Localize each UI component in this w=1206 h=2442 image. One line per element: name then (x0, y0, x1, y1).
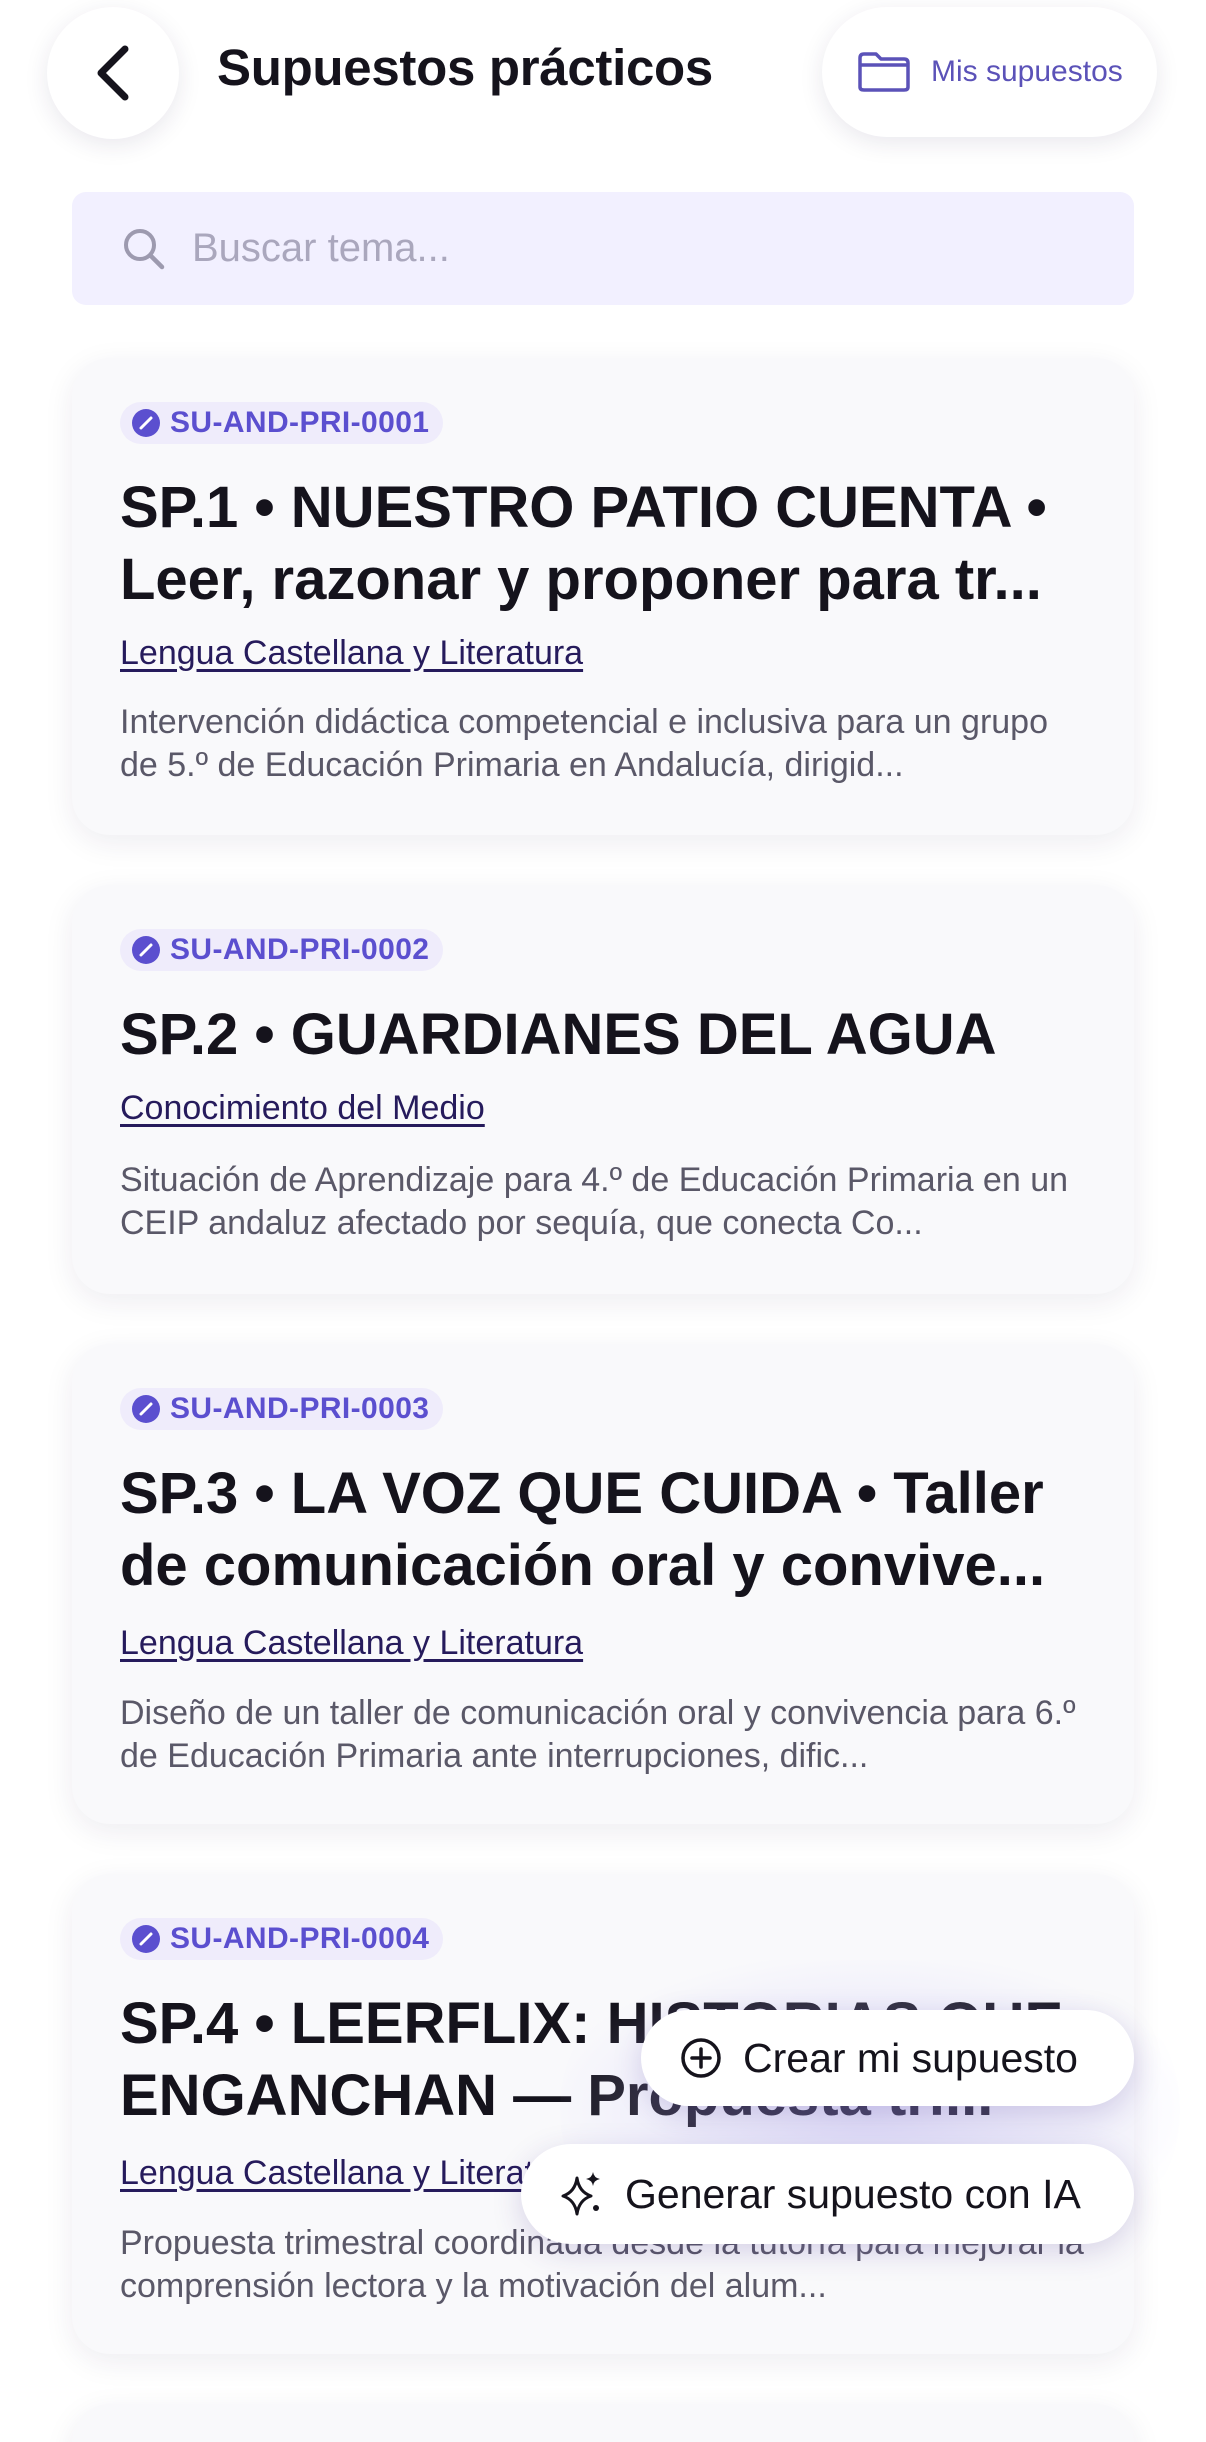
pencil-icon (132, 936, 160, 964)
supuesto-card-5[interactable] (72, 2404, 1134, 2442)
card-title: SP.1 • NUESTRO PATIO CUENTA • Leer, razo… (120, 475, 1047, 612)
card-description: Diseño de un taller de comunicación oral… (120, 1694, 1076, 1775)
chevron-left-icon (97, 45, 129, 101)
mis-supuestos-button[interactable]: Mis supuestos (822, 7, 1157, 137)
card-code: SU-AND-PRI-0002 (170, 933, 430, 966)
card-code: SU-AND-PRI-0003 (170, 1392, 430, 1425)
folder-icon (858, 52, 910, 92)
sparkles-icon (561, 2172, 600, 2216)
top-bar: Supuestos prácticos Mis supuestos (0, 0, 1206, 160)
page-title: Supuestos prácticos (217, 39, 713, 96)
card-code: SU-AND-PRI-0004 (170, 1922, 430, 1955)
back-button[interactable] (47, 7, 179, 139)
card-subject-link[interactable]: Conocimiento del Medio (120, 1089, 485, 1128)
generar-ia-button[interactable]: Generar supuesto con IA (521, 2144, 1134, 2244)
pencil-icon (132, 1925, 160, 1953)
supuesto-card-1[interactable]: SU-AND-PRI-0001 SP.1 • NUESTRO PATIO CUE… (72, 358, 1134, 835)
card-title: SP.2 • GUARDIANES DEL AGUA (120, 1002, 997, 1067)
search-icon (124, 228, 165, 269)
mis-supuestos-label: Mis supuestos (931, 55, 1123, 88)
code-badge: SU-AND-PRI-0002 (120, 929, 444, 971)
search-bar[interactable] (72, 192, 1134, 305)
card-subject-link[interactable]: Lengua Castellana y Literatura (120, 634, 583, 673)
card-code: SU-AND-PRI-0001 (170, 406, 430, 439)
code-badge: SU-AND-PRI-0004 (120, 1918, 444, 1960)
crear-supuesto-button[interactable]: Crear mi supuesto (641, 2010, 1134, 2106)
card-description: Intervención didáctica competencial e in… (120, 703, 1048, 784)
card-description: Situación de Aprendizaje para 4.º de Edu… (120, 1161, 1069, 1242)
plus-circle-icon (681, 2038, 721, 2078)
pencil-icon (132, 1395, 160, 1423)
crear-supuesto-label: Crear mi supuesto (743, 2034, 1078, 2081)
pencil-icon (132, 409, 160, 437)
card-subject-link[interactable]: Lengua Castellana y Literatura (120, 1624, 583, 1663)
card-subject-link[interactable]: Lengua Castellana y Literatura (120, 2154, 583, 2193)
code-badge: SU-AND-PRI-0001 (120, 402, 444, 444)
supuesto-card-3[interactable]: SU-AND-PRI-0003 SP.3 • LA VOZ QUE CUIDA … (72, 1344, 1134, 1824)
card-title: SP.3 • LA VOZ QUE CUIDA • Taller de comu… (120, 1461, 1046, 1598)
search-input[interactable] (192, 226, 1072, 271)
supuesto-card-2[interactable]: SU-AND-PRI-0002 SP.2 • GUARDIANES DEL AG… (72, 885, 1134, 1294)
generar-ia-label: Generar supuesto con IA (625, 2170, 1081, 2217)
code-badge: SU-AND-PRI-0003 (120, 1388, 444, 1430)
